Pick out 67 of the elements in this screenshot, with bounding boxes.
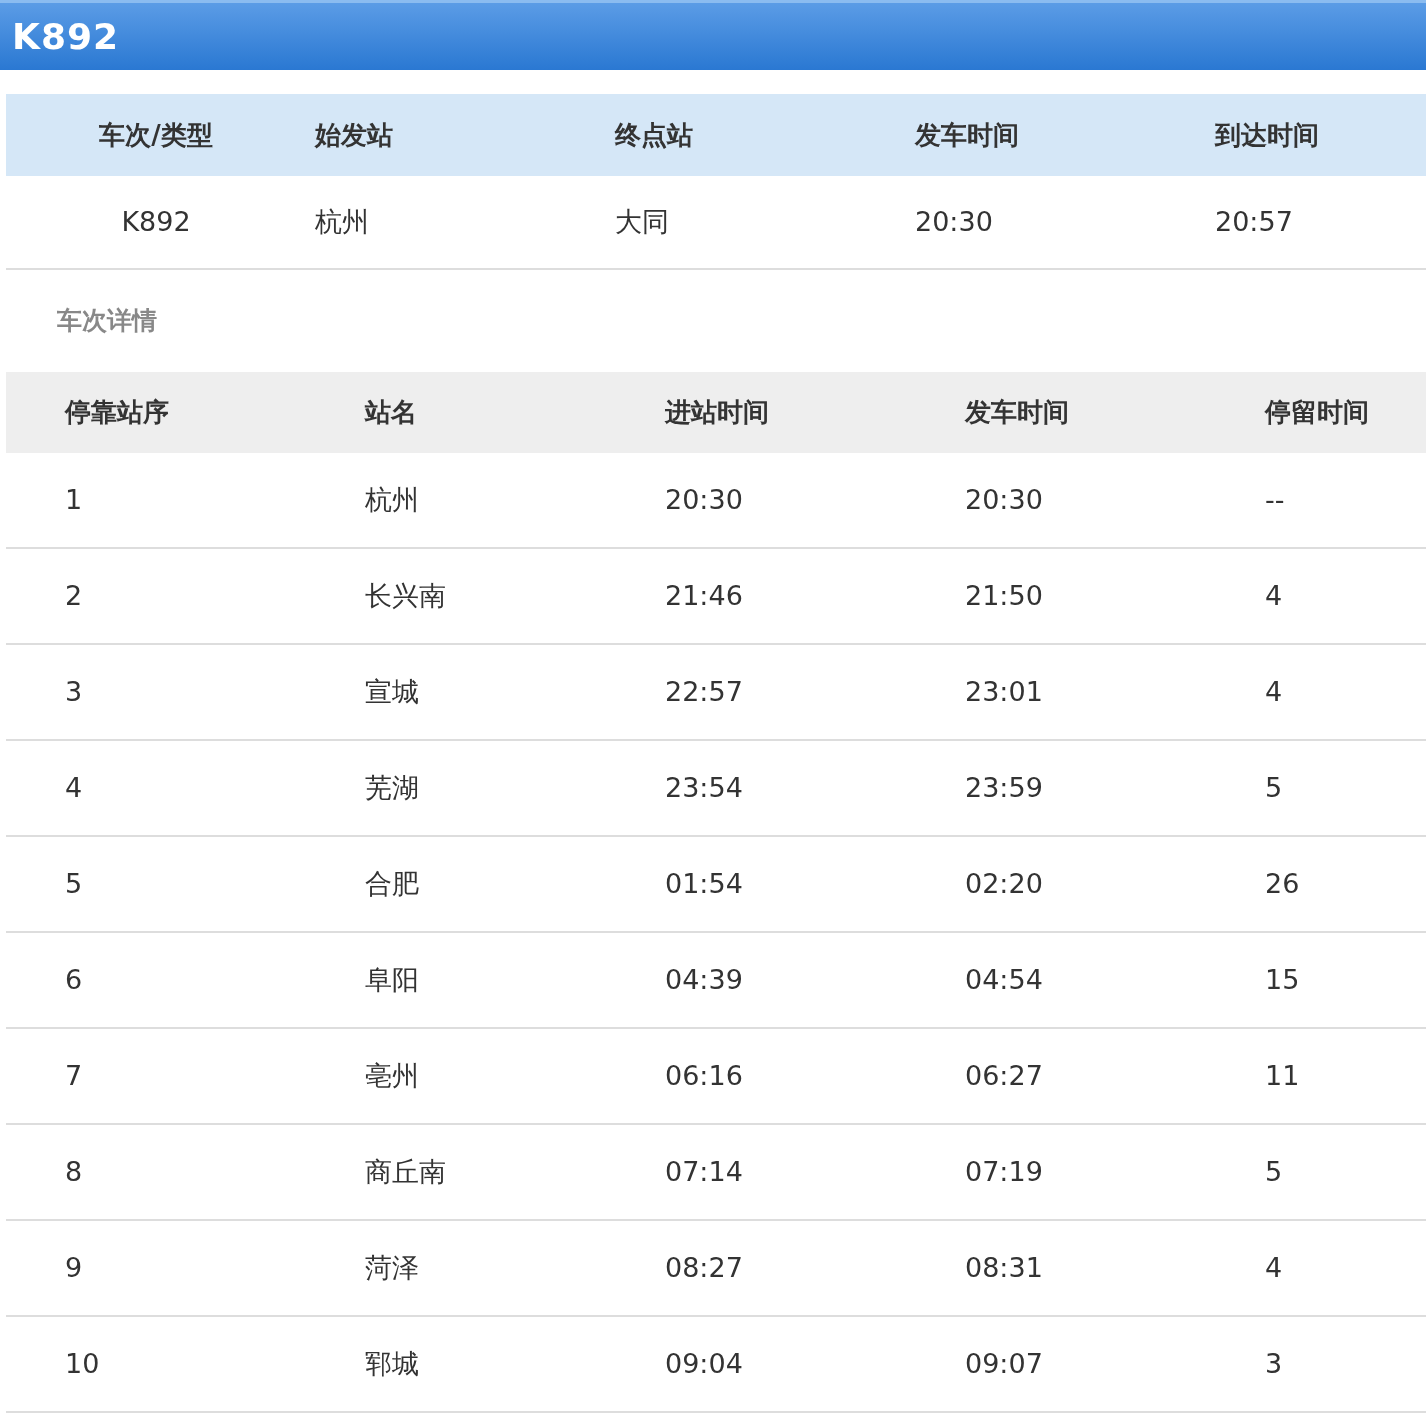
table-cell-text: 大同 [614,204,670,239]
table-cell-text: 1 [64,482,84,517]
table-cell-text: 宣城 [364,674,420,709]
column-header: 发车时间 [963,396,1070,429]
table-cell-text: 3 [1264,1346,1284,1381]
column-header: 停留时间 [1263,396,1370,429]
table-cell-text: 6 [64,962,84,997]
table-cell-text: 08:31 [964,1250,1044,1285]
table-cell-text: 15 [1264,962,1301,997]
table-cell-text: 21:50 [964,578,1044,613]
column-header: 停靠站序 [63,396,170,429]
table-cell-text: 3 [64,674,84,709]
table-cell-text: 23:01 [964,674,1044,709]
table-cell-text: 06:27 [964,1058,1044,1093]
table-cell-text: 06:16 [664,1058,744,1093]
column-header: 终点站 [613,118,694,152]
table-cell-text: 长兴南 [364,578,447,613]
table-cell-text: 4 [1264,1250,1284,1285]
table-cell-text: 7 [64,1058,84,1093]
column-header: 始发站 [313,118,394,152]
table-cell-text: 2 [64,578,84,613]
table-cell-text: 4 [1264,674,1284,709]
table-cell-text: 5 [1264,1154,1284,1189]
table-cell-text: 4 [64,770,84,805]
train-number-title: K892 [12,14,120,59]
table-cell-text: -- [1264,482,1286,517]
table-cell-text: 阜阳 [364,962,420,997]
table-cell-text: 8 [64,1154,84,1189]
table-cell-text: 04:54 [964,962,1044,997]
column-header: 到达时间 [1213,118,1320,152]
table-cell-text: 5 [64,866,84,901]
column-header: 车次/类型 [98,118,214,152]
column-header: 进站时间 [663,396,770,429]
table-cell-text: 9 [64,1250,84,1285]
table-cell-text: 22:57 [664,674,744,709]
table-cell-text: 23:54 [664,770,744,805]
table-cell-text: 4 [1264,578,1284,613]
table-cell-text: 09:04 [664,1346,744,1381]
table-cell-text: 亳州 [364,1058,420,1093]
table-cell-text: 01:54 [664,866,744,901]
table-cell-text: 02:20 [964,866,1044,901]
table-cell-text: 07:14 [664,1154,744,1189]
table-cell-text: 杭州 [314,204,370,239]
table-cell-text: 20:57 [1214,204,1294,239]
table-cell-text: 20:30 [664,482,744,517]
table-cell-text: 菏泽 [364,1250,420,1285]
table-cell-text: 20:30 [964,482,1044,517]
table-cell-text: 07:19 [964,1154,1044,1189]
section-label: 车次详情 [56,305,158,338]
table-cell-text: 09:07 [964,1346,1044,1381]
table-cell-text: 11 [1264,1058,1301,1093]
table-cell-text: 10 [64,1346,101,1381]
table-cell-text: 商丘南 [364,1154,447,1189]
table-cell-text: 04:39 [664,962,744,997]
table-cell-text: 合肥 [364,866,420,901]
table-cell-text: 08:27 [664,1250,744,1285]
table-cell-text: 5 [1264,770,1284,805]
column-header: 发车时间 [913,118,1020,152]
table-cell-text: K892 [120,204,192,239]
column-header: 站名 [363,396,418,429]
table-cell-text: 26 [1264,866,1301,901]
table-cell-text: 芜湖 [364,770,420,805]
table-cell-text: 杭州 [364,482,420,517]
table-cell-text: 郓城 [364,1346,420,1381]
table-cell-text: 21:46 [664,578,744,613]
table-cell-text: 20:30 [914,204,994,239]
table-cell-text: 23:59 [964,770,1044,805]
